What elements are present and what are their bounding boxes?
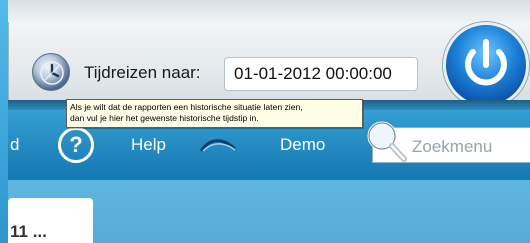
demo-icon[interactable] bbox=[199, 137, 239, 153]
tooltip-line-1: Als je wilt dat de rapporten een histori… bbox=[70, 102, 303, 112]
nav-item-demo[interactable]: Demo bbox=[280, 135, 325, 155]
time-travel-tooltip: Als je wilt dat de rapporten een histori… bbox=[66, 99, 363, 128]
nav-item-partial[interactable]: d bbox=[10, 135, 19, 155]
magnifier-icon[interactable] bbox=[362, 116, 410, 166]
left-window-border bbox=[0, 0, 8, 243]
nav-item-help[interactable]: Help bbox=[131, 135, 166, 155]
top-toolbar-shade bbox=[8, 0, 530, 22]
tooltip-line-2: dan vul je hier het gewenste historische… bbox=[70, 113, 259, 123]
time-travel-label: Tijdreizen naar: bbox=[84, 63, 201, 82]
search-placeholder: Zoekmenu bbox=[412, 137, 493, 156]
clock-globe-icon[interactable] bbox=[32, 53, 70, 91]
report-card-title: 11 ... bbox=[10, 222, 47, 241]
time-travel-date-input[interactable]: 01-01-2012 00:00:00 bbox=[224, 57, 418, 91]
help-icon[interactable]: ? bbox=[58, 127, 94, 163]
power-icon[interactable] bbox=[443, 22, 529, 108]
